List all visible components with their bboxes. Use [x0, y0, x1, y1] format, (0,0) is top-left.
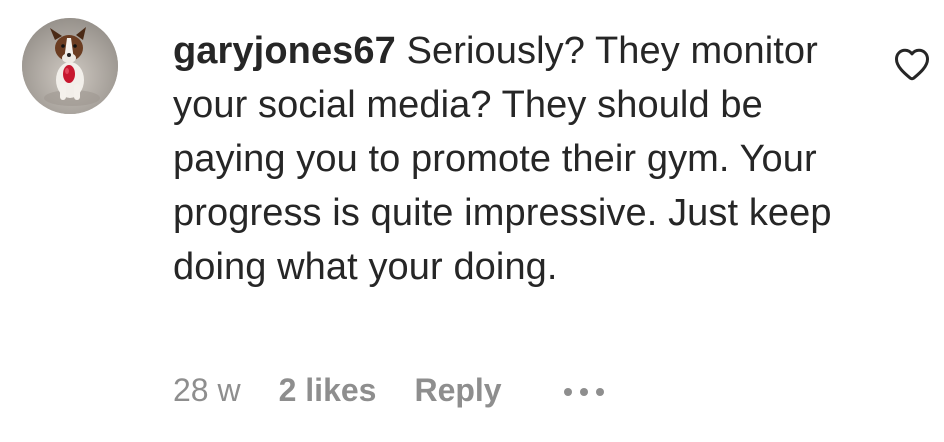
username-link[interactable]: garyjones67: [173, 30, 396, 72]
heart-outline-icon: [894, 48, 930, 81]
timestamp: 28 w: [173, 371, 241, 408]
more-dot: [579, 388, 588, 396]
likes-count-button[interactable]: 2 likes: [279, 372, 377, 409]
dog-photo-icon: [22, 18, 118, 114]
more-dot: [563, 388, 572, 396]
heart-icon[interactable]: [893, 46, 931, 82]
comment: garyjones67 Seriously? They monitor your…: [0, 0, 944, 442]
comment-text-block: garyjones67 Seriously? They monitor your…: [173, 24, 853, 294]
comment-meta: 28 w 2 likes Reply: [173, 366, 604, 414]
avatar[interactable]: [22, 18, 118, 114]
comment-body: garyjones67 Seriously? They monitor your…: [173, 24, 853, 294]
more-dot: [595, 388, 604, 396]
more-options-icon[interactable]: [563, 384, 604, 396]
reply-button[interactable]: Reply: [414, 372, 501, 409]
